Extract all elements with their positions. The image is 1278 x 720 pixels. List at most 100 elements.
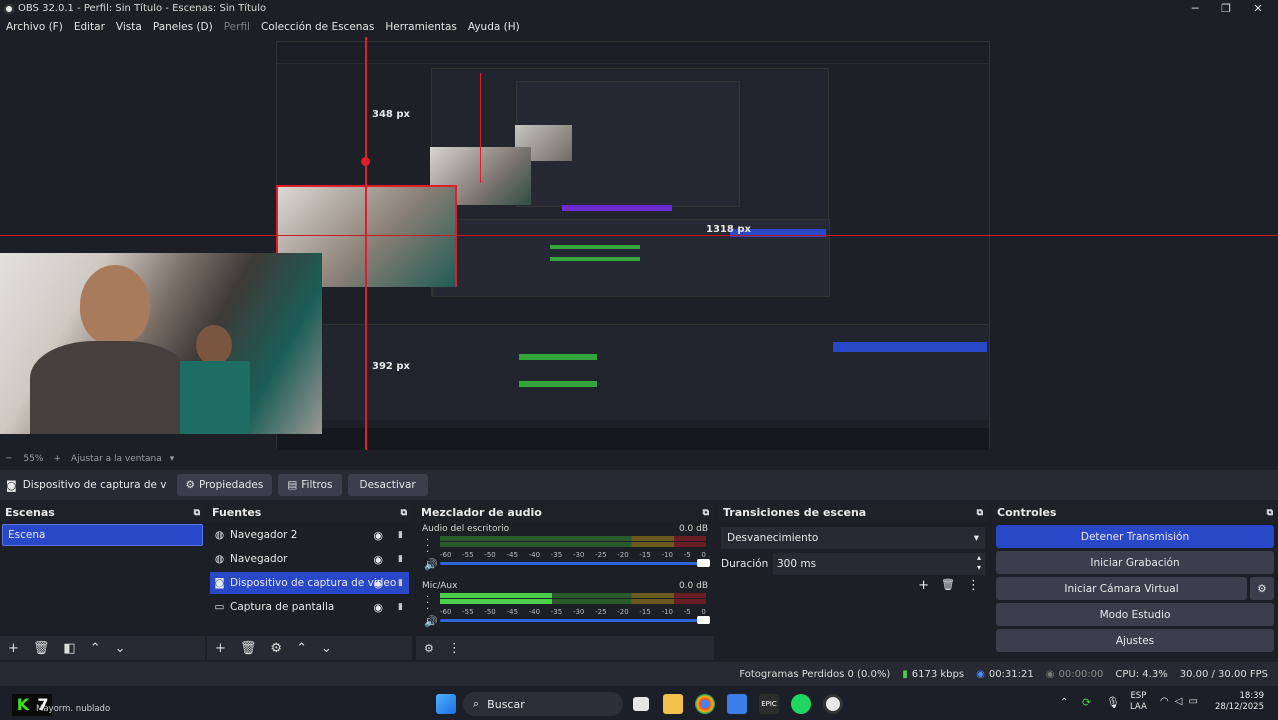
volume-meter — [440, 593, 706, 607]
system-tray[interactable]: ◠ ◁ ▭ — [1160, 696, 1198, 707]
lock-icon[interactable]: ▮ — [398, 602, 403, 612]
scene-item[interactable]: Escena — [2, 524, 203, 546]
sync-icon[interactable]: ⟳ — [1082, 696, 1091, 709]
volume-slider[interactable] — [440, 616, 710, 624]
transition-value: Desvanecimiento — [727, 532, 819, 544]
file-explorer-icon[interactable] — [663, 694, 683, 714]
arrow-up-icon[interactable]: ⌃ — [90, 641, 101, 656]
studio-mode-button[interactable]: Modo Estudio — [996, 603, 1274, 626]
guide-handle[interactable] — [361, 157, 370, 166]
label-348px: 348 px — [372, 109, 410, 120]
store-icon[interactable] — [727, 694, 747, 714]
undock-icon[interactable]: ⧉ — [194, 508, 200, 518]
source-item[interactable]: ◍ Navegador 2 ◉ ▮ — [210, 524, 409, 546]
lock-icon[interactable]: ▮ — [398, 530, 403, 540]
undock-icon[interactable]: ⧉ — [401, 508, 407, 518]
trash-icon[interactable]: 🗑 — [941, 578, 955, 593]
filters-button[interactable]: ▤ Filtros — [278, 474, 342, 496]
more-icon[interactable]: ⋮ — [967, 578, 980, 593]
trash-icon[interactable]: 🗑 — [240, 641, 257, 656]
source-label: Navegador — [230, 553, 288, 565]
clock[interactable]: 18:39 28/12/2025 — [1214, 691, 1264, 713]
menu-editar[interactable]: Editar — [74, 21, 105, 33]
lang-bottom: LAA — [1130, 702, 1147, 712]
preview-canvas[interactable]: 348 px 1318 px 392 px — [0, 37, 1278, 450]
deactivate-button[interactable]: Desactivar — [347, 474, 428, 496]
add-icon[interactable]: + — [8, 641, 19, 656]
mixer-channel: Mic/Aux 0.0 dB · · · -60 -55 -50 -45 -40 -35 -30-… — [416, 579, 714, 636]
duration-input[interactable]: 300 ms ▴ ▾ — [773, 553, 985, 575]
eye-icon[interactable]: ◉ — [373, 577, 383, 590]
windows-start-icon[interactable] — [436, 694, 456, 714]
fit-window-select[interactable]: Ajustar a la ventana — [71, 454, 162, 464]
menu-coleccion-escenas[interactable]: Colección de Escenas — [261, 21, 374, 33]
more-icon[interactable]: · · · — [426, 536, 429, 558]
minimize-button[interactable]: ─ — [1180, 0, 1210, 17]
language-indicator[interactable]: ESP LAA — [1130, 691, 1147, 713]
undock-icon[interactable]: ⧉ — [1267, 508, 1273, 518]
menu-perfil[interactable]: Perfil — [224, 21, 250, 33]
menu-bar: Archivo (F) Editar Vista Paneles (D) Per… — [0, 17, 1278, 37]
stop-stream-button[interactable]: Detener Transmisión — [996, 525, 1274, 548]
maximize-button[interactable]: ❐ — [1211, 0, 1241, 17]
eye-icon[interactable]: ◉ — [373, 529, 383, 542]
menu-vista[interactable]: Vista — [116, 21, 142, 33]
menu-herramientas[interactable]: Herramientas — [385, 21, 457, 33]
gear-icon[interactable]: ⚙ — [1250, 577, 1274, 600]
zoom-out-icon[interactable]: ─ — [6, 454, 11, 464]
menu-archivo[interactable]: Archivo (F) — [6, 21, 63, 33]
microphone-icon[interactable]: 🎙 — [1106, 696, 1120, 709]
epic-games-icon[interactable]: EPIC — [759, 694, 779, 714]
chevron-down-icon[interactable]: ▾ — [170, 454, 175, 464]
arrow-down-icon[interactable]: ⌄ — [115, 641, 126, 656]
tick: -15 — [639, 608, 651, 616]
speaker-icon[interactable]: 🔊 — [424, 615, 438, 628]
chevron-up-icon[interactable]: ⌃ — [1060, 697, 1068, 708]
source-item[interactable]: ▭ Captura de pantalla ◉ ▮ — [210, 596, 409, 618]
volume-slider[interactable] — [440, 559, 710, 567]
channel-name: Mic/Aux — [422, 581, 458, 591]
transition-select[interactable]: Desvanecimiento ▾ — [721, 527, 985, 549]
more-icon[interactable]: · · · — [426, 593, 429, 615]
camera-icon: ◙ — [214, 577, 225, 589]
lock-icon[interactable]: ▮ — [398, 554, 403, 564]
spinner-icon[interactable]: ▴ ▾ — [977, 553, 981, 573]
tick: -15 — [639, 551, 651, 559]
zoom-in-icon[interactable]: + — [53, 454, 61, 464]
mixer-title: Mezclador de audio — [421, 506, 542, 519]
close-button[interactable]: ✕ — [1243, 0, 1273, 17]
obs-taskbar-icon[interactable] — [823, 694, 843, 714]
gear-icon[interactable]: ⚙ — [270, 641, 282, 656]
advanced-audio-icon[interactable]: ⚙ — [424, 642, 434, 655]
menu-ayuda[interactable]: Ayuda (H) — [468, 21, 520, 33]
eye-icon[interactable]: ◉ — [373, 601, 383, 614]
start-recording-button[interactable]: Iniciar Grabación — [996, 551, 1274, 574]
add-icon[interactable]: + — [215, 641, 226, 656]
trash-icon[interactable]: 🗑 — [33, 641, 50, 656]
virtual-camera-button[interactable]: Iniciar Cámara Virtual — [996, 577, 1247, 600]
eye-icon[interactable]: ◉ — [373, 553, 383, 566]
scene-filter-icon[interactable]: ◧ — [63, 641, 75, 656]
controls-dock: Controles ⧉ Detener Transmisión Iniciar G… — [992, 503, 1278, 660]
arrow-down-icon[interactable]: ⌄ — [321, 641, 332, 656]
add-icon[interactable]: + — [918, 578, 929, 593]
stream-icon: ◉ — [976, 668, 985, 680]
settings-button[interactable]: Ajustes — [996, 629, 1274, 652]
task-view-icon[interactable] — [633, 697, 649, 711]
taskbar-search[interactable]: ⌕ Buscar — [463, 692, 623, 716]
undock-icon[interactable]: ⧉ — [703, 508, 709, 518]
more-icon[interactable]: ⋮ — [448, 641, 461, 656]
channel-db: 0.0 dB — [678, 581, 708, 591]
lock-icon[interactable]: ▮ — [398, 578, 403, 588]
chrome-icon[interactable] — [695, 694, 715, 714]
source-item-selected[interactable]: ◙ Dispositivo de captura de video ◉ ▮ — [210, 572, 409, 594]
webcam-source[interactable] — [0, 253, 322, 434]
spotify-icon[interactable] — [791, 694, 811, 714]
source-item[interactable]: ◍ Navegador ◉ ▮ — [210, 548, 409, 570]
properties-button[interactable]: ⚙ Propiedades — [176, 474, 273, 496]
undock-icon[interactable]: ⧉ — [977, 508, 983, 518]
menu-paneles[interactable]: Paneles (D) — [153, 21, 213, 33]
speaker-icon[interactable]: 🔊 — [424, 558, 438, 571]
arrow-up-icon[interactable]: ⌃ — [296, 641, 307, 656]
search-placeholder: Buscar — [487, 697, 525, 711]
